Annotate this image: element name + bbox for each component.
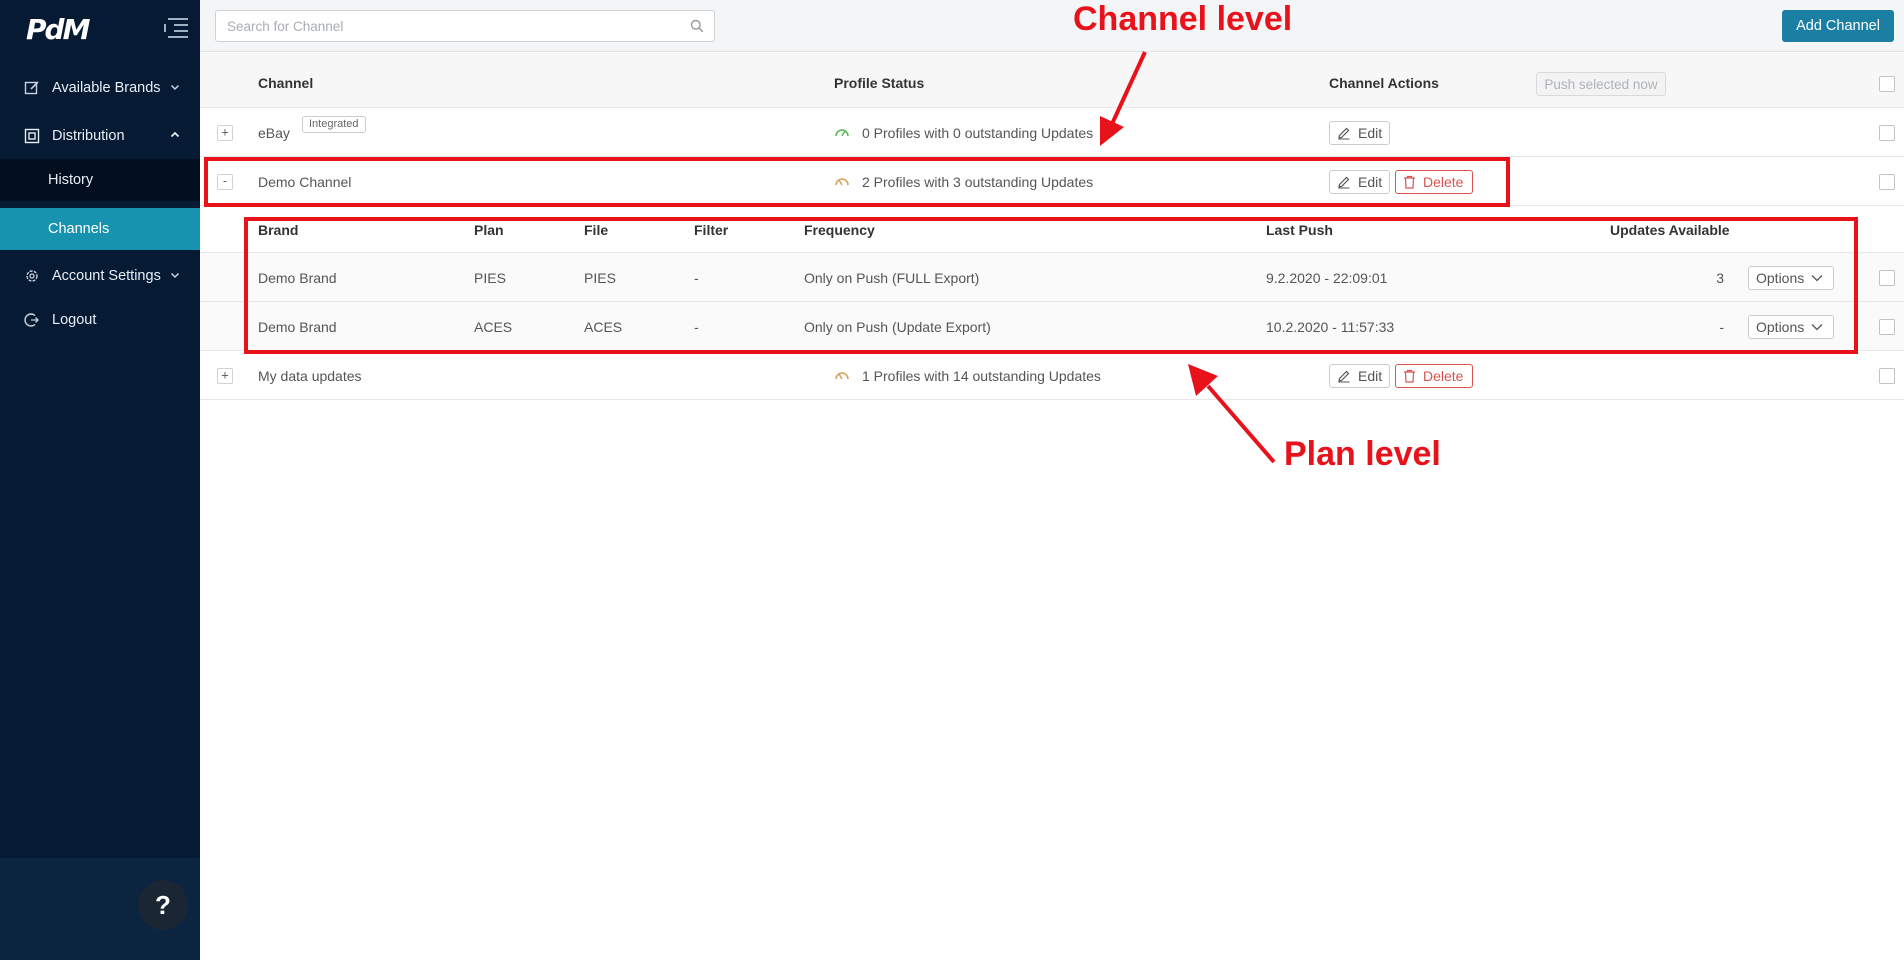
row-checkbox[interactable] bbox=[1879, 319, 1895, 335]
channel-name: My data updates bbox=[258, 368, 362, 384]
help-button[interactable]: ? bbox=[138, 880, 188, 930]
plan-level-annotation: Plan level bbox=[1284, 435, 1441, 473]
sidebar-item-label: History bbox=[48, 172, 94, 188]
distribution-icon bbox=[23, 127, 41, 145]
chevron-down-icon bbox=[170, 268, 180, 284]
header-profile-status: Profile Status bbox=[834, 75, 925, 91]
push-selected-now-button[interactable]: Push selected now bbox=[1536, 72, 1666, 96]
edit-button[interactable]: Edit bbox=[1329, 121, 1390, 145]
edit-square-icon bbox=[23, 79, 41, 97]
sidebar-item-logout[interactable]: Logout bbox=[0, 298, 200, 342]
sidebar-item-account-settings[interactable]: Account Settings bbox=[0, 254, 200, 298]
search-box bbox=[215, 10, 715, 42]
edit-label: Edit bbox=[1358, 368, 1383, 384]
trash-icon bbox=[1404, 369, 1415, 383]
gauge-orange-icon bbox=[835, 372, 849, 380]
profile-status-text: 1 Profiles with 14 outstanding Updates bbox=[862, 368, 1101, 384]
select-all-checkbox[interactable] bbox=[1879, 76, 1895, 92]
sidebar-item-history[interactable]: History bbox=[0, 159, 200, 201]
search-input[interactable] bbox=[216, 11, 666, 41]
channel-level-highlight bbox=[204, 157, 1510, 207]
sidebar-item-channels[interactable]: Channels bbox=[0, 208, 200, 250]
sidebar-item-label: Logout bbox=[52, 312, 97, 328]
edit-label: Edit bbox=[1358, 125, 1383, 141]
pdm-logo[interactable]: PdM bbox=[26, 13, 90, 49]
edit-button[interactable]: Edit bbox=[1329, 364, 1390, 388]
profile-status-text: 0 Profiles with 0 outstanding Updates bbox=[862, 125, 1094, 141]
sidebar: PdM Available Brands Distribution Histor… bbox=[0, 0, 200, 960]
plan-level-highlight bbox=[244, 217, 1858, 354]
menu-toggle-icon[interactable] bbox=[164, 17, 188, 39]
channel-level-annotation: Channel level bbox=[1073, 0, 1293, 38]
chevron-down-icon bbox=[170, 80, 180, 96]
add-channel-button[interactable]: Add Channel bbox=[1782, 10, 1894, 42]
sidebar-item-available-brands[interactable]: Available Brands bbox=[0, 66, 200, 110]
row-checkbox[interactable] bbox=[1879, 174, 1895, 190]
sidebar-item-label: Channels bbox=[48, 221, 110, 237]
integrated-badge: Integrated bbox=[302, 116, 366, 133]
pencil-icon bbox=[1338, 127, 1350, 140]
channel-row-my-data-updates: + My data updates 1 Profiles with 14 out… bbox=[200, 351, 1904, 400]
delete-button[interactable]: Delete bbox=[1395, 364, 1473, 388]
sidebar-item-label: Distribution bbox=[52, 128, 125, 144]
row-checkbox[interactable] bbox=[1879, 368, 1895, 384]
header-channel: Channel bbox=[258, 75, 314, 91]
logout-icon bbox=[23, 311, 41, 329]
row-checkbox[interactable] bbox=[1879, 270, 1895, 286]
sidebar-item-label: Account Settings bbox=[52, 268, 161, 284]
chevron-up-icon bbox=[170, 128, 180, 144]
header-channel-actions: Channel Actions bbox=[1329, 75, 1439, 91]
row-checkbox[interactable] bbox=[1879, 125, 1895, 141]
expand-toggle[interactable]: + bbox=[217, 125, 233, 141]
search-icon[interactable] bbox=[690, 19, 704, 36]
gear-icon bbox=[23, 267, 41, 285]
gauge-green-icon bbox=[835, 129, 849, 137]
pencil-icon bbox=[1338, 370, 1350, 383]
sidebar-item-label: Available Brands bbox=[52, 80, 161, 96]
sidebar-item-distribution[interactable]: Distribution bbox=[0, 114, 200, 158]
channel-name: eBay bbox=[258, 125, 290, 141]
channel-row-ebay: + eBay Integrated 0 Profiles with 0 outs… bbox=[200, 108, 1904, 157]
logo-text: PdM bbox=[26, 13, 90, 46]
expand-toggle[interactable]: + bbox=[217, 368, 233, 384]
delete-label: Delete bbox=[1423, 368, 1464, 384]
